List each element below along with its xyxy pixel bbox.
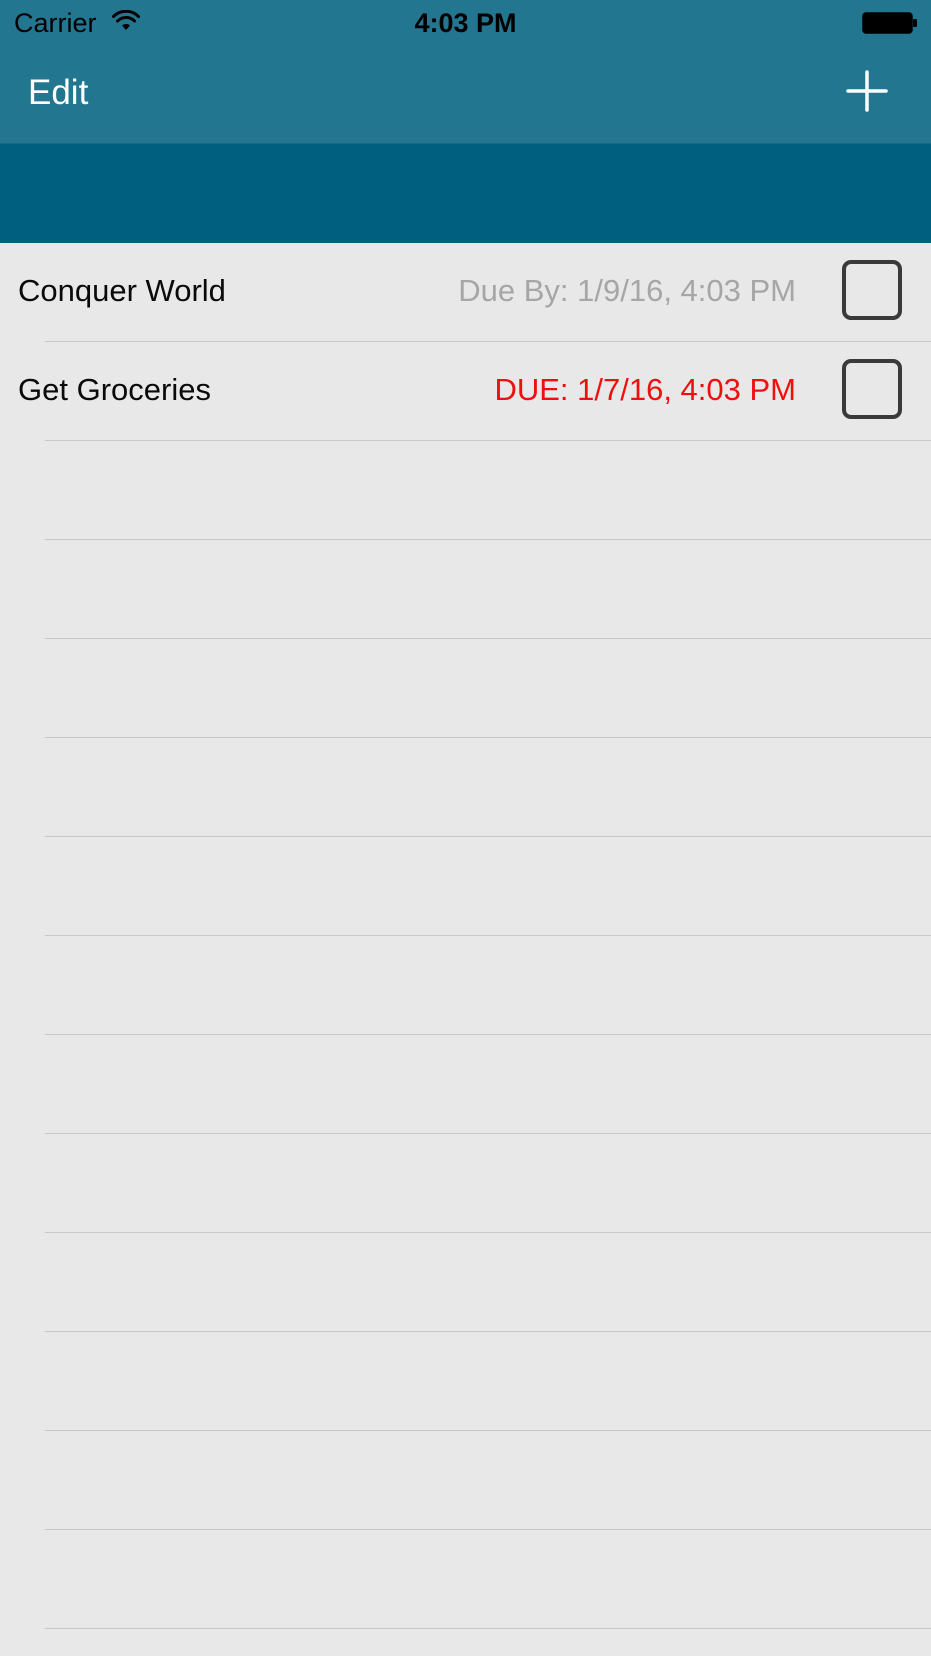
task-row[interactable]: Conquer World Due By: 1/9/16, 4:03 PM: [0, 243, 931, 342]
row-separator: [45, 1628, 931, 1629]
row-separator: [45, 1034, 931, 1035]
row-separator: [45, 440, 931, 441]
task-list[interactable]: Conquer World Due By: 1/9/16, 4:03 PM Ge…: [0, 243, 931, 1656]
status-bar: Carrier 4:03 PM: [0, 0, 931, 46]
status-clock: 4:03 PM: [414, 8, 517, 38]
nav-bar: Edit: [0, 46, 931, 142]
row-separator: [45, 1529, 931, 1530]
task-checkbox[interactable]: [842, 359, 902, 419]
row-separator: [45, 638, 931, 639]
task-checkbox[interactable]: [842, 260, 902, 320]
row-separator: [45, 1331, 931, 1332]
row-separator: [45, 737, 931, 738]
header-banner: [0, 144, 931, 243]
row-separator: [45, 1133, 931, 1134]
row-separator: [45, 1430, 931, 1431]
row-separator: [45, 1232, 931, 1233]
row-separator: [45, 935, 931, 936]
top-bar: Carrier 4:03 PM Edit: [0, 0, 931, 144]
task-due-date: Due By: 1/9/16, 4:03 PM: [458, 273, 796, 308]
task-title: Conquer World: [18, 273, 226, 308]
edit-button[interactable]: Edit: [28, 72, 88, 114]
task-row[interactable]: Get Groceries DUE: 1/7/16, 4:03 PM: [0, 342, 931, 441]
task-title: Get Groceries: [18, 372, 211, 407]
row-separator: [45, 539, 931, 540]
task-due-date-overdue: DUE: 1/7/16, 4:03 PM: [494, 372, 796, 407]
battery-icon: [862, 12, 917, 34]
plus-icon[interactable]: [846, 70, 888, 112]
row-separator: [45, 836, 931, 837]
